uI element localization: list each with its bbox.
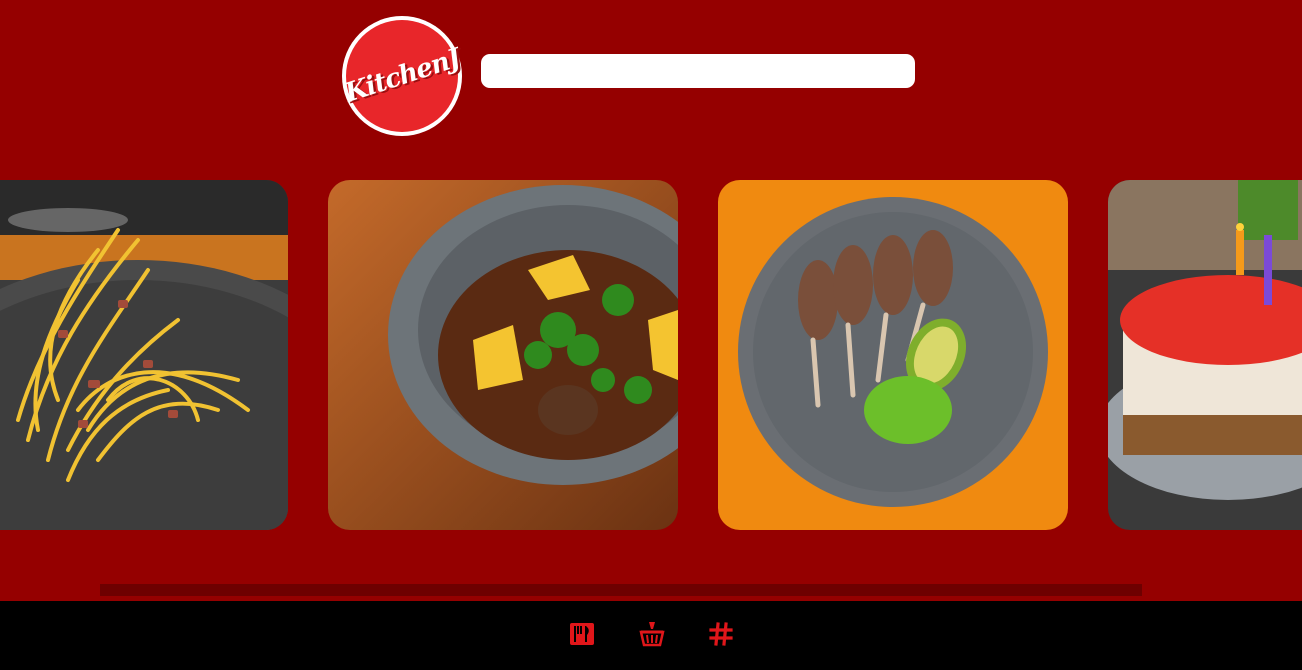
nav-dining-button[interactable] bbox=[567, 619, 597, 649]
logo-text: KitchenJ bbox=[340, 43, 464, 109]
lamb-chops-avocado-image bbox=[718, 180, 1068, 530]
nav-basket-button[interactable] bbox=[637, 619, 667, 649]
hashtag-icon bbox=[709, 622, 733, 646]
logo-badge: KitchenJ bbox=[341, 20, 463, 132]
bottom-nav-bar bbox=[0, 601, 1302, 670]
kitchenj-logo[interactable]: KitchenJ bbox=[341, 16, 463, 136]
recipe-card-beef-potato-stew[interactable] bbox=[328, 180, 678, 530]
app-root: KitchenJ bbox=[0, 0, 1302, 670]
basket-icon bbox=[639, 622, 665, 647]
nav-hashtag-button[interactable] bbox=[706, 619, 736, 649]
carousel-scroll-thumb[interactable] bbox=[100, 584, 1142, 596]
recipe-carousel[interactable] bbox=[0, 180, 1302, 530]
recipe-card-lamb-chops-avocado[interactable] bbox=[718, 180, 1068, 530]
strawberry-cheesecake-image bbox=[1108, 180, 1302, 530]
spaghetti-carbonara-image bbox=[0, 180, 288, 530]
carousel-scrollbar[interactable] bbox=[100, 584, 1142, 596]
recipe-card-spaghetti-carbonara[interactable] bbox=[0, 180, 288, 530]
dining-icon bbox=[570, 623, 594, 645]
beef-potato-stew-image bbox=[328, 180, 678, 530]
recipe-card-strawberry-cheesecake[interactable] bbox=[1108, 180, 1302, 530]
search-input[interactable] bbox=[481, 54, 915, 88]
